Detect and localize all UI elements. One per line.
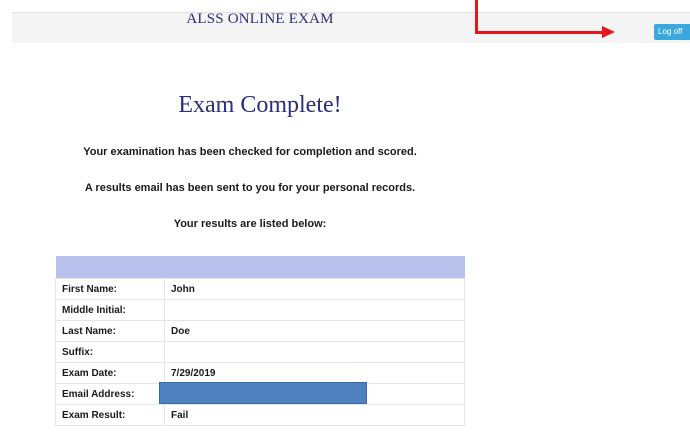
annotation-arrow-line bbox=[475, 31, 605, 34]
first-name-value: John bbox=[164, 278, 465, 300]
page-title: Exam Complete! bbox=[178, 92, 342, 118]
app-title: ALSS ONLINE EXAM bbox=[186, 11, 334, 27]
annotation-arrow-shaft bbox=[475, 0, 478, 34]
log-off-button[interactable]: Log off bbox=[654, 24, 690, 40]
suffix-label: Suffix: bbox=[55, 341, 165, 363]
table-row-exam-result: Exam Result: Fail bbox=[55, 404, 465, 426]
table-row-first-name: First Name: John bbox=[55, 278, 465, 300]
email-sent-message: A results email has been sent to you for… bbox=[84, 182, 416, 194]
annotation-arrowhead-icon bbox=[602, 26, 615, 38]
exam-date-label: Exam Date: bbox=[55, 362, 165, 384]
redaction-box bbox=[159, 382, 367, 404]
table-row-suffix: Suffix: bbox=[55, 341, 465, 363]
table-row-email-address: Email Address: bbox=[55, 382, 465, 405]
results-table-header bbox=[55, 256, 465, 279]
exam-result-value: Fail bbox=[164, 404, 465, 426]
results-table: First Name: John Middle Initial: Last Na… bbox=[55, 256, 465, 426]
table-row-exam-date: Exam Date: 7/29/2019 bbox=[55, 362, 465, 384]
results-intro-message: Your results are listed below: bbox=[173, 218, 327, 230]
middle-initial-value bbox=[164, 299, 465, 321]
exam-result-label: Exam Result: bbox=[55, 404, 165, 426]
email-address-label: Email Address: bbox=[55, 383, 165, 405]
last-name-label: Last Name: bbox=[55, 320, 165, 342]
first-name-label: First Name: bbox=[55, 278, 165, 300]
table-row-last-name: Last Name: Doe bbox=[55, 320, 465, 342]
exam-date-value: 7/29/2019 bbox=[164, 362, 465, 384]
middle-initial-label: Middle Initial: bbox=[55, 299, 165, 321]
table-row-middle-initial: Middle Initial: bbox=[55, 299, 465, 321]
last-name-value: Doe bbox=[164, 320, 465, 342]
suffix-value bbox=[164, 341, 465, 363]
completion-message: Your examination has been checked for co… bbox=[83, 146, 417, 158]
email-address-value bbox=[159, 382, 465, 405]
